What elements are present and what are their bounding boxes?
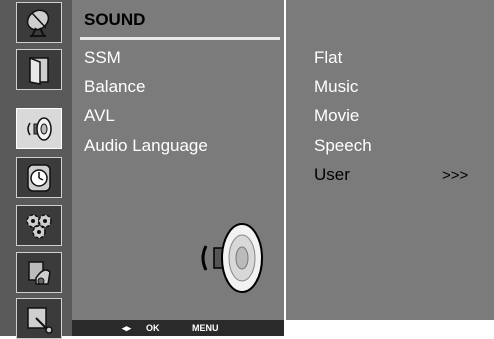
- sound-menu: SOUND SSM Balance AVL Audio Language: [72, 0, 284, 320]
- submenu-item-speech[interactable]: Speech: [314, 136, 372, 156]
- menu-item-audio-language[interactable]: Audio Language: [84, 136, 208, 156]
- more-arrows-indicator: >>>: [442, 167, 469, 184]
- speaker-icon: [201, 223, 263, 293]
- screen-icon: [27, 306, 53, 334]
- title-divider: [80, 37, 280, 40]
- submenu-item-user[interactable]: User: [314, 165, 350, 185]
- move-hint-icon: ◂▸: [122, 323, 132, 333]
- parental-lock-icon: [28, 260, 51, 285]
- sidebar-item-option[interactable]: [16, 205, 62, 246]
- footer-hint-bar: ◂▸ OK MENU: [72, 320, 284, 336]
- clock-icon: [27, 163, 51, 192]
- sidebar-item-station[interactable]: [16, 2, 62, 43]
- sidebar-item-lock[interactable]: [16, 252, 62, 293]
- menu-title: SOUND: [84, 10, 146, 29]
- sidebar-item-screen[interactable]: [16, 298, 62, 339]
- sidebar: [0, 0, 72, 339]
- gears-icon: [26, 213, 52, 239]
- door-icon: [29, 56, 49, 85]
- submenu-item-flat[interactable]: Flat: [314, 48, 342, 68]
- menu-item-balance[interactable]: Balance: [84, 77, 145, 97]
- sidebar-item-picture[interactable]: [16, 49, 62, 90]
- sidebar-item-time[interactable]: [16, 157, 62, 198]
- ssm-submenu: Flat Music Movie Speech User >>>: [286, 0, 494, 320]
- submenu-item-movie[interactable]: Movie: [314, 106, 359, 126]
- menu-hint: MENU: [192, 323, 219, 333]
- submenu-item-music[interactable]: Music: [314, 77, 358, 97]
- menu-item-avl[interactable]: AVL: [84, 106, 115, 126]
- ok-hint: OK: [146, 323, 160, 333]
- speaker-icon: [27, 116, 52, 141]
- satellite-dish-icon: [26, 9, 50, 37]
- menu-item-ssm[interactable]: SSM: [84, 48, 121, 68]
- sidebar-item-sound[interactable]: [16, 108, 62, 149]
